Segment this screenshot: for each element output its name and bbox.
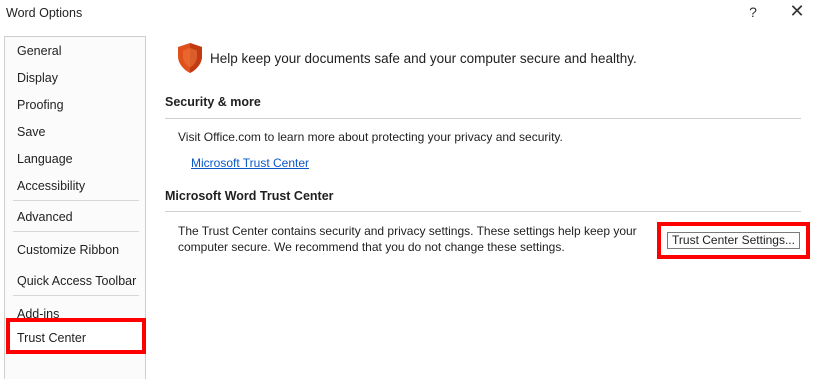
sidebar-divider: [13, 200, 139, 201]
section-divider: [165, 211, 801, 212]
close-icon[interactable]: ✕: [787, 1, 807, 22]
sidebar-item-trust-center[interactable]: Trust Center: [6, 318, 146, 354]
trust-center-text-line2: computer secure. We recommend that you d…: [178, 240, 565, 254]
security-text: Visit Office.com to learn more about pro…: [178, 130, 563, 144]
intro-text: Help keep your documents safe and your c…: [210, 51, 637, 66]
sidebar-item-label: Trust Center: [17, 331, 87, 345]
sidebar-item-proofing[interactable]: Proofing: [17, 98, 64, 112]
sidebar-item-display[interactable]: Display: [17, 71, 58, 85]
microsoft-trust-center-link[interactable]: Microsoft Trust Center: [191, 156, 309, 170]
sidebar-item-advanced[interactable]: Advanced: [17, 210, 73, 224]
trust-center-text-line1: The Trust Center contains security and p…: [178, 224, 637, 238]
help-icon[interactable]: ?: [743, 4, 763, 20]
shield-icon: [178, 43, 202, 73]
sidebar-item-save[interactable]: Save: [17, 125, 46, 139]
sidebar-item-customize-ribbon[interactable]: Customize Ribbon: [17, 243, 119, 257]
window-title: Word Options: [6, 6, 83, 20]
sidebar-item-language[interactable]: Language: [17, 152, 73, 166]
trust-center-settings-highlight: Trust Center Settings...: [657, 222, 810, 259]
section-divider: [165, 118, 801, 119]
trust-center-heading: Microsoft Word Trust Center: [165, 189, 334, 203]
sidebar-item-quick-access-toolbar[interactable]: Quick Access Toolbar: [17, 274, 136, 288]
security-heading: Security & more: [165, 95, 261, 109]
sidebar-divider: [13, 295, 139, 296]
sidebar-item-general[interactable]: General: [17, 44, 61, 58]
title-bar: Word Options ? ✕: [0, 0, 816, 26]
trust-center-settings-button[interactable]: Trust Center Settings...: [667, 232, 800, 249]
sidebar-divider: [13, 231, 139, 232]
sidebar-item-accessibility[interactable]: Accessibility: [17, 179, 85, 193]
main-panel: Help keep your documents safe and your c…: [150, 30, 816, 378]
